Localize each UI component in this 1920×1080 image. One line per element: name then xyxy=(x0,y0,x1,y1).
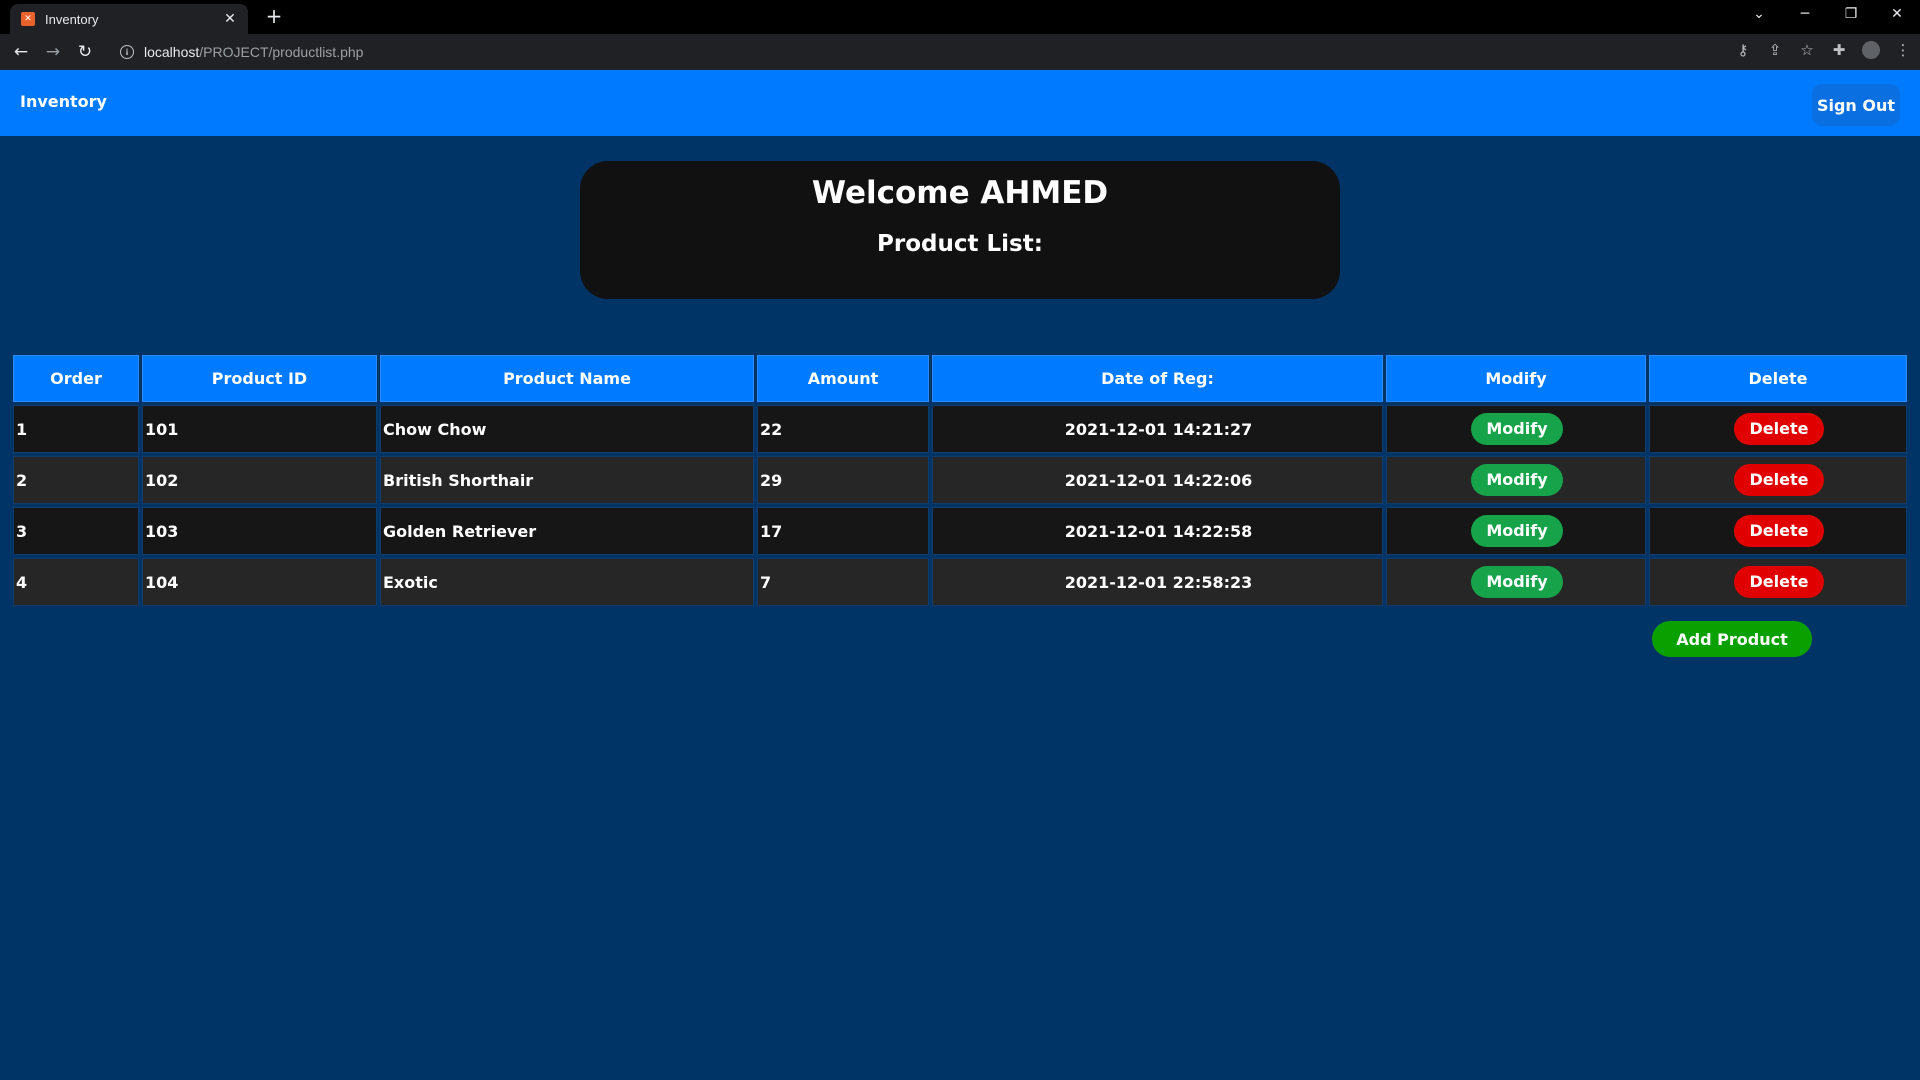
cell-product-id: 101 xyxy=(142,405,377,453)
browser-tab[interactable]: ✕ Inventory ✕ xyxy=(10,4,248,34)
profile-avatar[interactable] xyxy=(1862,41,1880,63)
delete-button[interactable]: Delete xyxy=(1734,515,1824,547)
close-tab-icon[interactable]: ✕ xyxy=(220,11,240,27)
cell-product-id: 102 xyxy=(142,456,377,504)
tab-title: Inventory xyxy=(45,11,99,27)
cell-order: 3 xyxy=(13,507,139,555)
url-text[interactable]: localhost/PROJECT/productlist.php xyxy=(144,44,363,60)
cell-order: 1 xyxy=(13,405,139,453)
table-row: 3 103 Golden Retriever 17 2021-12-01 14:… xyxy=(13,507,1907,555)
cell-product-name: Golden Retriever xyxy=(380,507,754,555)
header-date-of-reg: Date of Reg: xyxy=(932,355,1383,402)
header-order: Order xyxy=(13,355,139,402)
products-table: Order Product ID Product Name Amount Dat… xyxy=(10,352,1910,609)
browser-tab-strip: ✕ Inventory ✕ + ⌄ ─ ❐ ✕ xyxy=(0,0,1920,34)
minimize-icon[interactable]: ─ xyxy=(1782,0,1828,30)
xampp-icon: ✕ xyxy=(21,12,35,26)
cell-date: 2021-12-01 14:22:06 xyxy=(932,456,1383,504)
window-controls: ⌄ ─ ❐ ✕ xyxy=(1736,0,1920,34)
cell-date: 2021-12-01 14:22:58 xyxy=(932,507,1383,555)
cell-modify: Modify xyxy=(1386,507,1646,555)
delete-button[interactable]: Delete xyxy=(1734,464,1824,496)
product-list-heading: Product List: xyxy=(877,231,1043,257)
welcome-heading: Welcome AHMED xyxy=(811,175,1109,211)
table-row: 2 102 British Shorthair 29 2021-12-01 14… xyxy=(13,456,1907,504)
tab-search-icon[interactable]: ⌄ xyxy=(1736,0,1782,30)
modify-button[interactable]: Modify xyxy=(1471,515,1563,547)
header-amount: Amount xyxy=(757,355,929,402)
cell-amount: 29 xyxy=(757,456,929,504)
cell-delete: Delete xyxy=(1649,456,1907,504)
delete-button[interactable]: Delete xyxy=(1734,566,1824,598)
share-icon[interactable]: ⇪ xyxy=(1766,41,1784,63)
cell-modify: Modify xyxy=(1386,558,1646,606)
cell-delete: Delete xyxy=(1649,507,1907,555)
header-product-name: Product Name xyxy=(380,355,754,402)
modify-button[interactable]: Modify xyxy=(1471,464,1563,496)
table-header-row: Order Product ID Product Name Amount Dat… xyxy=(13,355,1907,402)
url-path: /PROJECT/productlist.php xyxy=(199,44,364,60)
cell-product-id: 104 xyxy=(142,558,377,606)
site-navbar: Inventory Sign Out xyxy=(0,70,1920,136)
browser-toolbar: ← → ↻ i localhost/PROJECT/productlist.ph… xyxy=(0,34,1920,70)
new-tab-icon[interactable]: + xyxy=(262,4,286,28)
brand-link[interactable]: Inventory xyxy=(20,92,107,111)
welcome-panel: Welcome AHMED Product List: xyxy=(580,161,1340,299)
cell-amount: 22 xyxy=(757,405,929,453)
header-delete: Delete xyxy=(1649,355,1907,402)
address-bar[interactable]: i localhost/PROJECT/productlist.php xyxy=(108,38,1748,66)
key-icon[interactable]: ⚷ xyxy=(1734,41,1752,63)
restore-icon[interactable]: ❐ xyxy=(1828,0,1874,30)
table-row: 4 104 Exotic 7 2021-12-01 22:58:23 Modif… xyxy=(13,558,1907,606)
cell-product-id: 103 xyxy=(142,507,377,555)
cell-product-name: British Shorthair xyxy=(380,456,754,504)
cell-amount: 7 xyxy=(757,558,929,606)
close-window-icon[interactable]: ✕ xyxy=(1874,0,1920,30)
cell-delete: Delete xyxy=(1649,558,1907,606)
cell-product-name: Exotic xyxy=(380,558,754,606)
site-info-icon[interactable]: i xyxy=(120,45,134,59)
modify-button[interactable]: Modify xyxy=(1471,413,1563,445)
header-product-id: Product ID xyxy=(142,355,377,402)
delete-button[interactable]: Delete xyxy=(1734,413,1824,445)
toolbar-icons: ⚷ ⇪ ☆ ✚ ⋮ xyxy=(1734,41,1912,63)
cell-modify: Modify xyxy=(1386,456,1646,504)
extensions-icon[interactable]: ✚ xyxy=(1830,41,1848,63)
back-icon[interactable]: ← xyxy=(10,41,32,63)
menu-icon[interactable]: ⋮ xyxy=(1894,41,1912,63)
table-row: 1 101 Chow Chow 22 2021-12-01 14:21:27 M… xyxy=(13,405,1907,453)
star-icon[interactable]: ☆ xyxy=(1798,41,1816,63)
cell-date: 2021-12-01 22:58:23 xyxy=(932,558,1383,606)
cell-order: 2 xyxy=(13,456,139,504)
cell-date: 2021-12-01 14:21:27 xyxy=(932,405,1383,453)
url-host: localhost xyxy=(144,44,200,60)
reload-icon[interactable]: ↻ xyxy=(74,41,96,63)
header-modify: Modify xyxy=(1386,355,1646,402)
sign-out-button[interactable]: Sign Out xyxy=(1812,84,1900,126)
cell-delete: Delete xyxy=(1649,405,1907,453)
cell-order: 4 xyxy=(13,558,139,606)
forward-icon[interactable]: → xyxy=(42,41,64,63)
cell-modify: Modify xyxy=(1386,405,1646,453)
cell-product-name: Chow Chow xyxy=(380,405,754,453)
add-product-button[interactable]: Add Product xyxy=(1652,621,1812,657)
cell-amount: 17 xyxy=(757,507,929,555)
modify-button[interactable]: Modify xyxy=(1471,566,1563,598)
